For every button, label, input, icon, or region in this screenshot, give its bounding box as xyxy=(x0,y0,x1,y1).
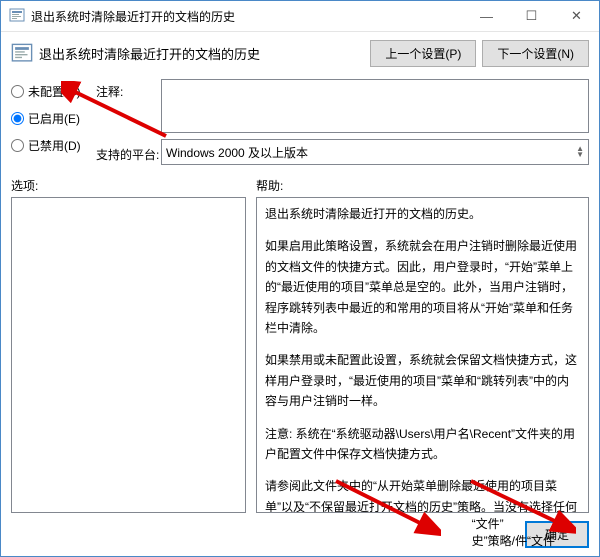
spin-icon[interactable]: ▲▼ xyxy=(576,146,584,158)
platform-label: 支持的平台: xyxy=(96,142,161,163)
radio-not-configured-input[interactable] xyxy=(11,85,24,98)
ok-button[interactable]: 确定 xyxy=(525,521,589,548)
options-label: 选项: xyxy=(11,177,246,194)
previous-setting-button[interactable]: 上一个设置(P) xyxy=(370,40,476,67)
comment-label: 注释: xyxy=(96,79,161,133)
help-panel[interactable]: 退出系统时清除最近打开的文档的历史。 如果启用此策略设置，系统就会在用户注销时删… xyxy=(256,197,589,513)
radio-not-configured-label: 未配置(C) xyxy=(28,83,81,100)
policy-icon-large xyxy=(11,43,33,65)
state-radio-group: 未配置(C) 已启用(E) 已禁用(D) xyxy=(11,79,96,154)
window-buttons: — ☐ ✕ xyxy=(464,1,599,31)
next-setting-button[interactable]: 下一个设置(N) xyxy=(482,40,589,67)
close-button[interactable]: ✕ xyxy=(554,1,599,31)
radio-disabled[interactable]: 已禁用(D) xyxy=(11,137,96,154)
radio-enabled[interactable]: 已启用(E) xyxy=(11,110,96,127)
help-label: 帮助: xyxy=(256,177,589,194)
maximize-button[interactable]: ☐ xyxy=(509,1,554,31)
dialog-header: 退出系统时清除最近打开的文档的历史 上一个设置(P) 下一个设置(N) xyxy=(1,32,599,75)
window-title: 退出系统时清除最近打开的文档的历史 xyxy=(31,8,464,25)
help-p3: 如果禁用或未配置此设置，系统就会保留文档快捷方式，这样用户登录时，“最近使用的项… xyxy=(265,350,580,411)
policy-icon xyxy=(9,8,25,24)
dialog-window: 退出系统时清除最近打开的文档的历史 — ☐ ✕ 退出系统时清除最近打开的文档的历… xyxy=(0,0,600,557)
supported-platform-field: Windows 2000 及以上版本 ▲▼ xyxy=(161,139,589,165)
radio-not-configured[interactable]: 未配置(C) xyxy=(11,83,96,100)
comment-field[interactable] xyxy=(161,79,589,133)
platform-value: Windows 2000 及以上版本 xyxy=(166,144,308,161)
help-p1: 退出系统时清除最近打开的文档的历史。 xyxy=(265,204,580,224)
help-p5: 请参阅此文件夹中的“从开始菜单删除最近使用的项目菜单”以及“不保留最近打开文档的… xyxy=(265,476,580,513)
radio-disabled-label: 已禁用(D) xyxy=(28,137,81,154)
help-p4: 注意: 系统在“系统驱动器\Users\用户名\Recent”文件夹的用户配置文… xyxy=(265,424,580,465)
radio-disabled-input[interactable] xyxy=(11,139,24,152)
titlebar: 退出系统时清除最近打开的文档的历史 — ☐ ✕ xyxy=(1,1,599,32)
options-panel[interactable] xyxy=(11,197,246,513)
radio-enabled-label: 已启用(E) xyxy=(28,110,80,127)
dialog-footer: 确定 “文件” 史”策略/件“文件 xyxy=(1,513,599,556)
minimize-button[interactable]: — xyxy=(464,1,509,31)
policy-title: 退出系统时清除最近打开的文档的历史 xyxy=(39,44,370,63)
help-p2: 如果启用此策略设置，系统就会在用户注销时删除最近使用的文档文件的快捷方式。因此，… xyxy=(265,236,580,338)
radio-enabled-input[interactable] xyxy=(11,112,24,125)
